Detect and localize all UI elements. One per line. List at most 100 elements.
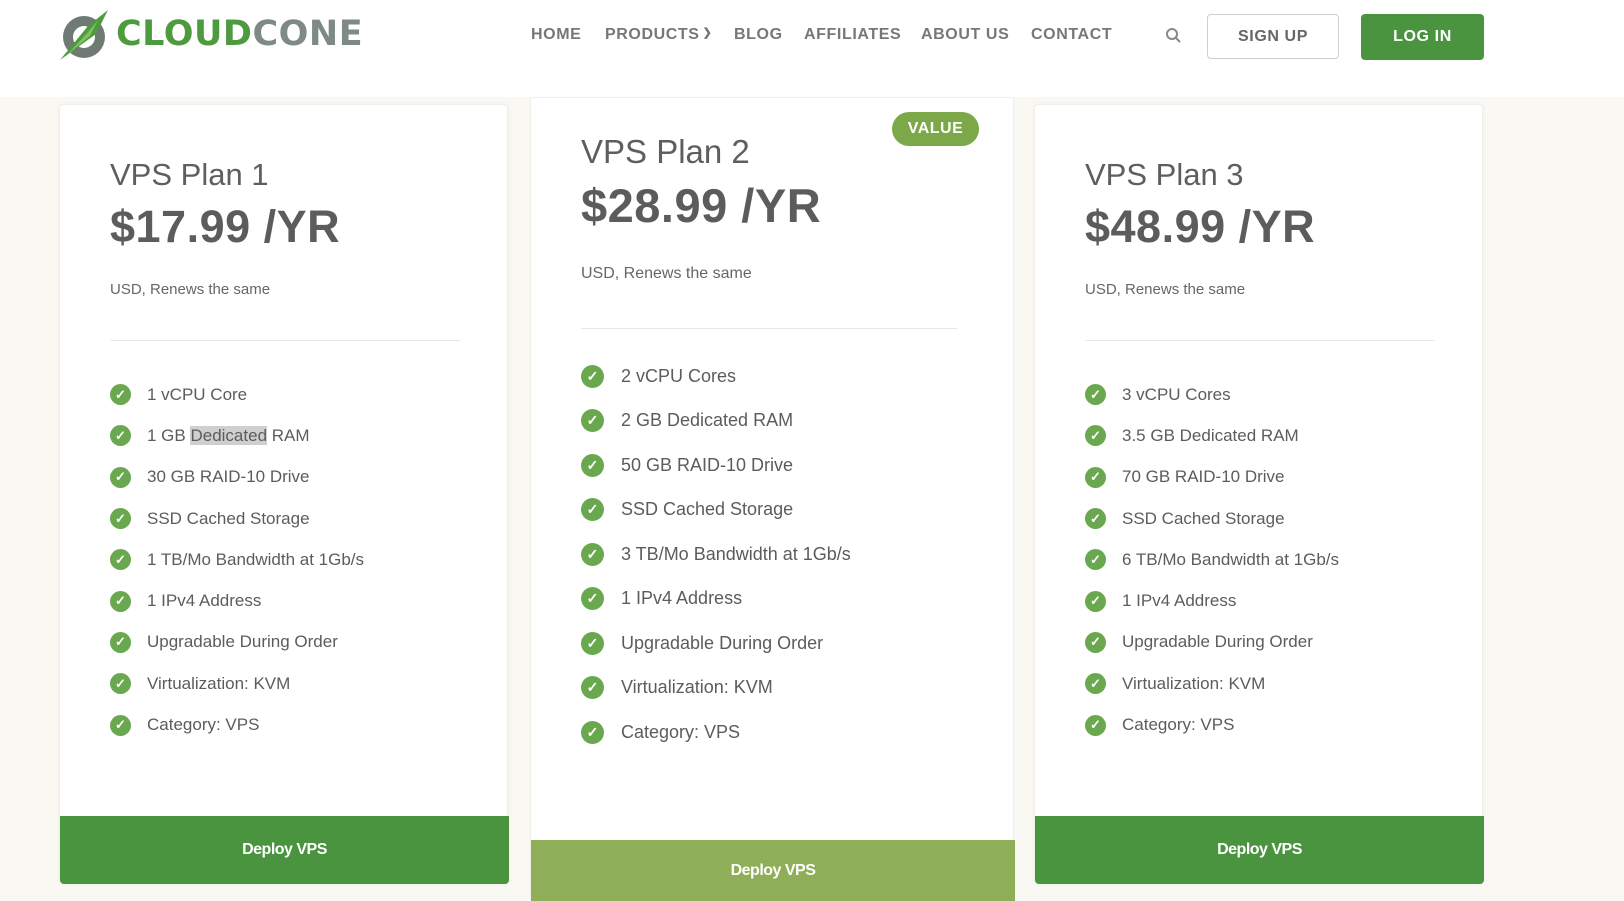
check-icon: ✓ (110, 384, 131, 406)
check-icon: ✓ (110, 631, 131, 653)
plan-name: VPS Plan 1 (110, 157, 269, 192)
feature-text: Category: VPS (621, 721, 741, 742)
deploy-vps-button[interactable]: Deploy VPS (60, 816, 509, 884)
check-icon: ✓ (110, 673, 131, 695)
feature-text: Virtualization: KVM (147, 673, 291, 693)
feature-text: SSD Cached Storage (147, 508, 310, 528)
feature-text: 6 TB/Mo Bandwidth at 1Gb/s (1122, 549, 1340, 569)
sign-up-button[interactable]: SIGN UP (1207, 14, 1339, 59)
check-icon: ✓ (581, 587, 604, 611)
check-icon: ✓ (110, 508, 131, 530)
logo-text-cloud: CLOUD (116, 14, 253, 54)
deploy-vps-button[interactable]: Deploy VPS (531, 840, 1015, 901)
check-icon: ✓ (110, 425, 131, 447)
feature-text: 3 TB/Mo Bandwidth at 1Gb/s (621, 543, 851, 564)
feature-item: ✓ Category: VPS (1085, 704, 1339, 745)
check-icon: ✓ (581, 542, 604, 566)
feature-text: 3.5 GB Dedicated RAM (1122, 425, 1299, 445)
feature-text: 1 TB/Mo Bandwidth at 1Gb/s (147, 549, 365, 569)
site-header: CLOUDCONE HOME PRODUCTS ❯ BLOG AFFILIATES… (0, 0, 1624, 97)
feature-text: 1 IPv4 Address (1122, 591, 1237, 611)
feature-item: ✓ Upgradable During Order (110, 622, 364, 663)
check-icon: ✓ (110, 590, 131, 612)
feature-text: Virtualization: KVM (621, 677, 773, 698)
feature-item: ✓ 3 vCPU Cores (1085, 374, 1339, 415)
nav-home[interactable]: HOME (531, 26, 581, 44)
feature-item: ✓ Upgradable During Order (1085, 622, 1339, 663)
feature-item: ✓ SSD Cached Storage (581, 488, 851, 533)
check-icon: ✓ (110, 549, 131, 571)
feature-item: ✓ 1 GB Dedicated RAM (110, 415, 364, 456)
feature-text: 70 GB RAID-10 Drive (1122, 467, 1285, 487)
check-icon: ✓ (581, 720, 604, 744)
logo[interactable]: CLOUDCONE (58, 6, 363, 62)
check-icon: ✓ (1085, 590, 1106, 612)
plan-note: USD, Renews the same (581, 265, 752, 282)
feature-item: ✓ 2 vCPU Cores (581, 354, 851, 399)
feature-item: ✓ 3 TB/Mo Bandwidth at 1Gb/s (581, 532, 851, 577)
feature-item: ✓ 3.5 GB Dedicated RAM (1085, 415, 1339, 456)
feature-text: Upgradable During Order (147, 632, 338, 652)
feature-text: 1 IPv4 Address (621, 588, 743, 609)
selected-text: Dedicated (190, 425, 268, 445)
check-icon: ✓ (1085, 714, 1106, 736)
nav-affiliates[interactable]: AFFILIATES (804, 26, 901, 44)
feature-item: ✓ 50 GB RAID-10 Drive (581, 443, 851, 488)
check-icon: ✓ (110, 714, 131, 736)
feature-item: ✓ Virtualization: KVM (1085, 663, 1339, 704)
feature-text-part: RAM (267, 425, 310, 445)
feature-text: SSD Cached Storage (1122, 508, 1285, 528)
feature-text: Upgradable During Order (1122, 632, 1313, 652)
feature-item: ✓ Upgradable During Order (581, 621, 851, 666)
plan-note: USD, Renews the same (1085, 281, 1246, 298)
feature-text: 2 vCPU Cores (621, 365, 737, 386)
feature-item: ✓ 1 TB/Mo Bandwidth at 1Gb/s (110, 539, 364, 580)
search-icon (1166, 28, 1181, 43)
feature-text: 30 GB RAID-10 Drive (147, 467, 310, 487)
feature-item: ✓ Category: VPS (581, 710, 851, 755)
logo-text: CLOUDCONE (116, 14, 363, 54)
plan-note: USD, Renews the same (110, 281, 271, 298)
check-icon: ✓ (581, 453, 604, 477)
nav-products-label: PRODUCTS (605, 26, 700, 43)
plan-card-1: VPS Plan 1 $17.99 /YR USD, Renews the sa… (59, 104, 509, 884)
plan-price: $17.99 /YR (110, 201, 341, 252)
feature-item: ✓ Virtualization: KVM (581, 666, 851, 711)
feature-text-part: 1 GB (147, 425, 191, 445)
check-icon: ✓ (1085, 466, 1106, 488)
nav-blog[interactable]: BLOG (734, 26, 783, 44)
check-icon: ✓ (581, 676, 604, 700)
check-icon: ✓ (110, 466, 131, 488)
search-button[interactable] (1164, 26, 1184, 46)
check-icon: ✓ (1085, 631, 1106, 653)
plan-price: $48.99 /YR (1085, 201, 1316, 252)
feature-text: 2 GB Dedicated RAM (621, 410, 794, 431)
chevron-down-icon: ❯ (702, 27, 713, 39)
nav-contact[interactable]: CONTACT (1031, 26, 1112, 44)
feature-item: ✓ 30 GB RAID-10 Drive (110, 457, 364, 498)
divider (581, 328, 957, 329)
check-icon: ✓ (1085, 508, 1106, 530)
feature-text: 1 GB Dedicated RAM (147, 425, 310, 446)
logo-text-cone: CONE (252, 14, 364, 54)
plan-card-2: VALUE VPS Plan 2 $28.99 /YR USD, Renews … (530, 97, 1015, 901)
feature-item: ✓ Virtualization: KVM (110, 663, 364, 704)
feature-text: 1 IPv4 Address (147, 591, 262, 611)
check-icon: ✓ (1085, 673, 1106, 695)
deploy-vps-button[interactable]: Deploy VPS (1035, 816, 1484, 884)
feature-text: Category: VPS (147, 715, 260, 735)
divider (1085, 340, 1435, 341)
plan-name: VPS Plan 2 (581, 133, 750, 170)
feature-item: ✓ SSD Cached Storage (1085, 498, 1339, 539)
feature-list: ✓ 1 vCPU Core ✓ 1 GB Dedicated RAM ✓ 30 GB … (110, 374, 364, 746)
log-in-button[interactable]: LOG IN (1361, 14, 1484, 60)
check-icon: ✓ (1085, 384, 1106, 406)
check-icon: ✓ (581, 364, 604, 388)
value-badge: VALUE (892, 112, 979, 146)
nav-products[interactable]: PRODUCTS ❯ (605, 26, 712, 44)
feature-item: ✓ 1 IPv4 Address (1085, 580, 1339, 621)
feature-text: SSD Cached Storage (621, 499, 794, 520)
nav-about-us[interactable]: ABOUT US (921, 26, 1009, 44)
feature-item: ✓ SSD Cached Storage (110, 498, 364, 539)
plan-price: $28.99 /YR (581, 179, 822, 232)
